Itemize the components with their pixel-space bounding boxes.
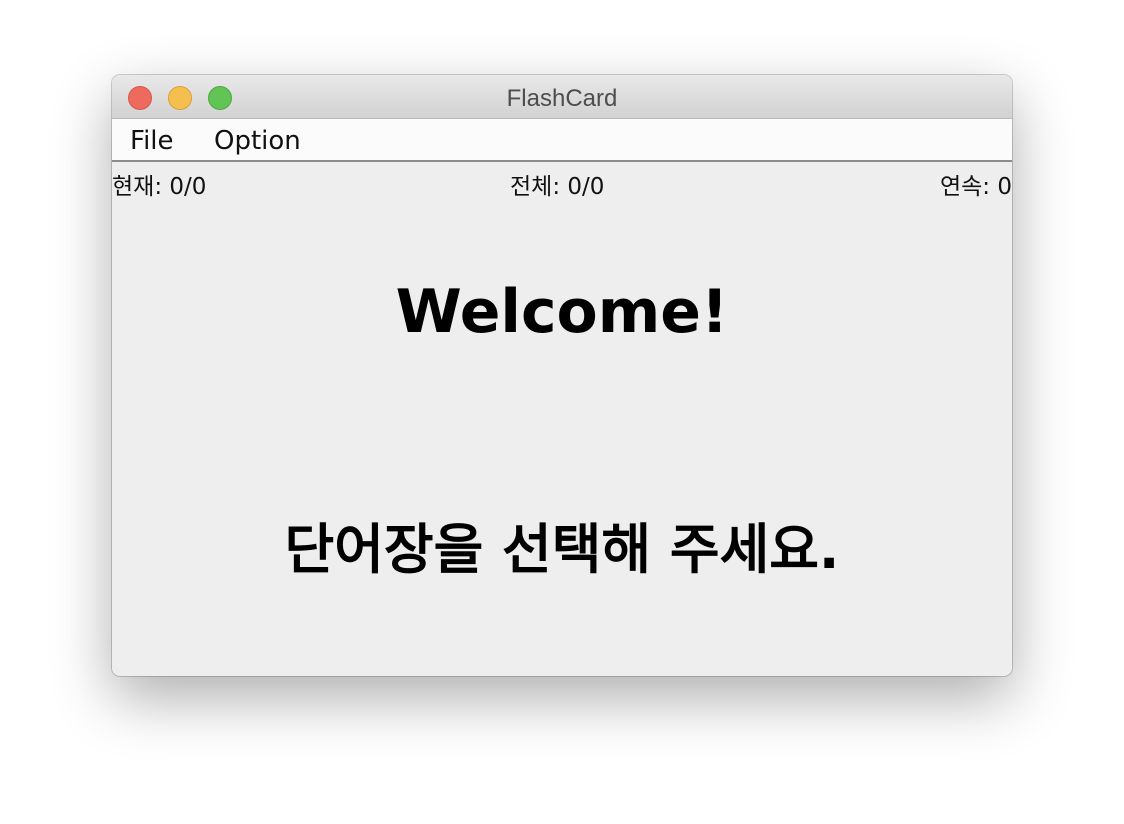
desktop: FlashCard File Option 현재: 0/0 전체: 0/0 연속… bbox=[0, 0, 1124, 824]
menu-option[interactable]: Option bbox=[214, 126, 301, 156]
total-progress-label: 전체: 0/0 bbox=[510, 174, 605, 200]
title-bar[interactable]: FlashCard bbox=[112, 75, 1012, 119]
menu-bar: File Option bbox=[112, 119, 1012, 162]
current-progress-label: 현재: 0/0 bbox=[112, 174, 207, 200]
welcome-heading: Welcome! bbox=[395, 277, 729, 347]
menu-file[interactable]: File bbox=[130, 126, 174, 156]
flashcard-window: FlashCard File Option 현재: 0/0 전체: 0/0 연속… bbox=[112, 75, 1012, 676]
select-wordbook-prompt: 단어장을 선택해 주세요. bbox=[284, 518, 840, 581]
window-title: FlashCard bbox=[506, 85, 618, 112]
streak-label: 연속: 0 bbox=[939, 174, 1012, 200]
